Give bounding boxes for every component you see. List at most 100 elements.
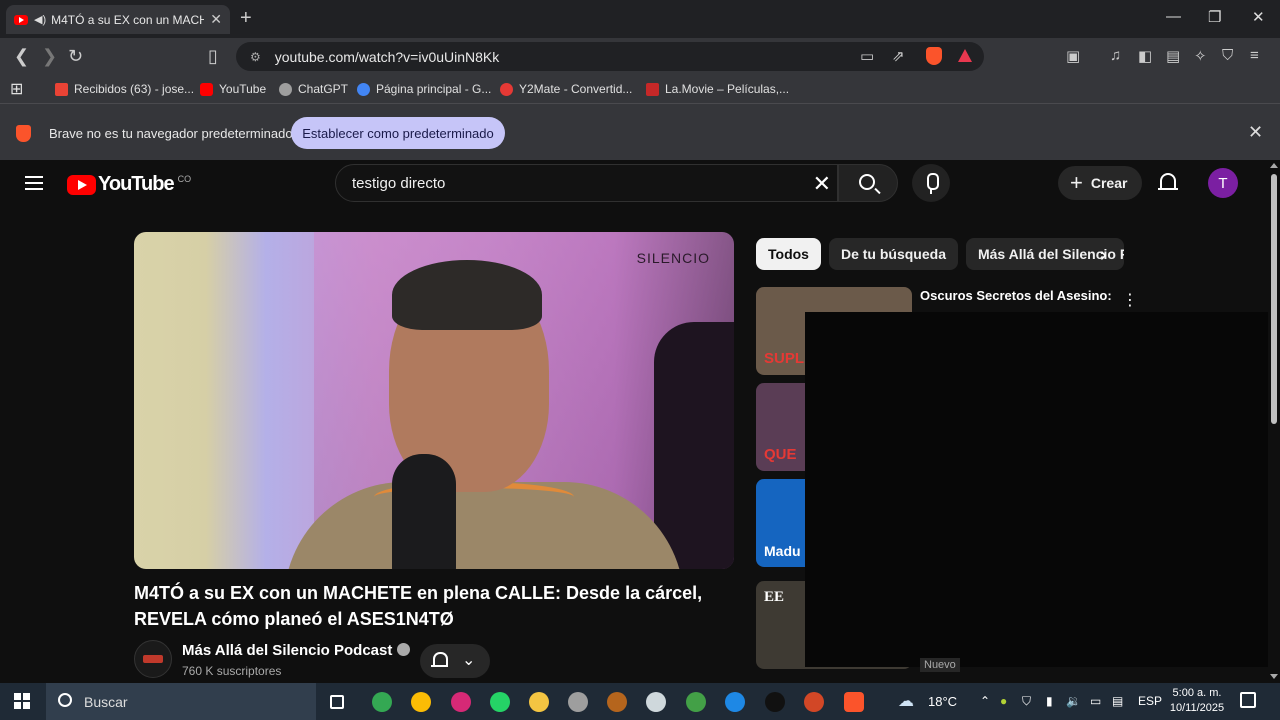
country-code: CO	[177, 173, 192, 184]
bookmark-y2mate[interactable]: Y2Mate - Convertid...	[500, 82, 632, 96]
taskbar-search-input[interactable]: Buscar	[46, 683, 316, 720]
notifications-icon[interactable]	[1240, 692, 1256, 708]
youtube-favicon-icon	[14, 14, 28, 25]
tray-shield-icon[interactable]: ⛉	[1022, 694, 1031, 709]
task-view-icon[interactable]	[330, 695, 344, 709]
bookmark-google[interactable]: Página principal - G...	[357, 82, 491, 96]
chrome-icon[interactable]	[411, 692, 431, 712]
minimize-icon[interactable]: —	[1166, 8, 1181, 25]
wallet-icon[interactable]: ▤	[1166, 47, 1180, 65]
powerpoint-icon[interactable]	[804, 692, 824, 712]
volume-icon[interactable]: 🔉	[1066, 694, 1081, 708]
speaker-icon[interactable]: ◀)	[34, 13, 46, 26]
app-inkscape-icon[interactable]	[646, 692, 666, 712]
new-tab-button[interactable]: +	[240, 7, 252, 30]
youtube-logo[interactable]: YouTube CO	[67, 173, 191, 196]
bookmark-lamovie[interactable]: La.Movie – Películas,...	[646, 82, 789, 96]
apps-grid-icon[interactable]: ⊞	[10, 79, 23, 99]
app-sims-icon[interactable]	[686, 692, 706, 712]
create-button[interactable]: + Crear	[1058, 166, 1142, 200]
search-placeholder: Buscar	[84, 693, 128, 710]
bookmark-youtube[interactable]: YouTube	[200, 82, 266, 96]
voice-search-icon[interactable]	[912, 164, 950, 202]
bookmark-label: Recibidos (63) - jose...	[74, 82, 195, 96]
create-label: Crear	[1090, 175, 1128, 191]
share-icon[interactable]: ⇗	[892, 47, 905, 65]
channel-avatar[interactable]	[134, 640, 172, 678]
scroll-thumb[interactable]	[1271, 174, 1277, 424]
bookmark-chatgpt[interactable]: ChatGPT	[279, 82, 348, 96]
close-tab-icon[interactable]: ✕	[210, 11, 222, 28]
language-indicator[interactable]: ESP	[1138, 694, 1162, 708]
subscription-bell-button[interactable]: ⌄	[420, 644, 490, 678]
tab-youtube[interactable]: ◀) M4TÓ a su EX con un MACHETE ✕	[6, 5, 230, 34]
scroll-down-icon[interactable]	[1270, 674, 1278, 679]
video-player[interactable]: SILENCIO	[134, 232, 734, 569]
search-icon	[859, 174, 875, 190]
chip-de-tu-busqueda[interactable]: De tu búsqueda	[828, 238, 958, 270]
bell-icon	[431, 652, 448, 670]
rec-title[interactable]: Oscuros Secretos del Asesino:	[920, 288, 1120, 303]
player-watermark: SILENCIO	[636, 250, 710, 266]
reload-icon[interactable]: ↻	[68, 46, 83, 67]
close-infobar-icon[interactable]: ✕	[1248, 122, 1263, 143]
scroll-up-icon[interactable]	[1270, 163, 1278, 168]
weather-icon[interactable]: ☁	[898, 691, 914, 711]
set-default-button[interactable]: Establecer como predeterminado	[291, 117, 505, 149]
tray-chevron-icon[interactable]: ⌃	[980, 694, 990, 708]
battery-icon[interactable]: ▮	[1046, 694, 1053, 708]
bookmark-icon[interactable]: ▯	[208, 46, 218, 67]
tiktok-icon[interactable]	[765, 692, 785, 712]
menu-icon[interactable]: ≡	[1250, 47, 1259, 64]
bookmark-label: ChatGPT	[298, 82, 349, 96]
chevron-right-icon[interactable]: ›	[1100, 244, 1107, 267]
channel-name-text: Más Allá del Silencio Podcast	[182, 642, 393, 659]
avatar[interactable]: T	[1208, 168, 1238, 198]
reader-icon[interactable]: ▣	[1066, 47, 1080, 65]
clock[interactable]: 5:00 a. m. 10/11/2025	[1168, 686, 1226, 716]
back-icon[interactable]: ❮	[14, 46, 29, 67]
guide-menu-icon[interactable]	[25, 176, 43, 194]
leo-icon[interactable]: ✧	[1194, 47, 1207, 65]
channel-name[interactable]: Más Allá del Silencio Podcast	[182, 642, 411, 659]
scrollbar[interactable]	[1268, 160, 1280, 683]
chip-todos[interactable]: Todos	[756, 238, 821, 270]
clear-search-icon[interactable]: ✕	[813, 171, 831, 197]
close-window-icon[interactable]: ✕	[1252, 8, 1265, 26]
power-icon[interactable]: ▭	[1090, 694, 1101, 708]
restore-icon[interactable]: ❐	[1208, 8, 1221, 26]
instagram-icon[interactable]	[451, 692, 471, 712]
notifications-icon[interactable]	[1158, 172, 1178, 194]
brave-lion-icon	[16, 125, 31, 142]
sidebar-icon[interactable]: ◧	[1138, 47, 1152, 65]
app-family-icon[interactable]	[725, 692, 745, 712]
weather-temp[interactable]: 18°C	[928, 694, 957, 709]
forward-icon[interactable]: ❯	[42, 46, 57, 67]
app-winrar-icon[interactable]	[607, 692, 627, 712]
y2mate-icon	[500, 82, 513, 96]
whatsapp-icon[interactable]	[490, 692, 510, 712]
tray-app-icon[interactable]: ●	[1000, 694, 1007, 708]
windows-start-icon[interactable]	[14, 693, 30, 709]
more-options-icon[interactable]: ⋮	[1122, 290, 1138, 310]
brave-shield-icon[interactable]	[926, 47, 942, 65]
subscriber-count: 760 K suscriptores	[182, 664, 282, 678]
bookmarks-bar: ⊞ Recibidos (63) - jose... YouTube ChatG…	[0, 76, 1280, 103]
search-button[interactable]	[838, 164, 898, 202]
file-explorer-icon[interactable]	[529, 692, 549, 712]
cast-icon[interactable]: ▭	[860, 47, 874, 65]
brave-icon[interactable]	[844, 692, 864, 712]
brave-rewards-icon[interactable]	[958, 49, 972, 62]
app-gauge-icon[interactable]	[568, 692, 588, 712]
search-input[interactable]: testigo directo ✕	[335, 164, 838, 202]
network-icon[interactable]: ▤	[1112, 694, 1123, 708]
site-info-icon[interactable]: ⚙	[250, 50, 261, 64]
clock-time: 5:00 a. m.	[1172, 687, 1222, 699]
chevron-down-icon: ⌄	[462, 652, 476, 669]
bookmark-gmail[interactable]: Recibidos (63) - jose...	[55, 82, 194, 96]
video-title: M4TÓ a su EX con un MACHETE en plena CAL…	[134, 583, 703, 629]
dark-overlay	[805, 312, 1280, 667]
vpn-icon[interactable]: ⛉	[1222, 47, 1233, 64]
media-icon[interactable]: ♫	[1110, 47, 1121, 64]
chrome-profile-icon[interactable]	[372, 692, 392, 712]
